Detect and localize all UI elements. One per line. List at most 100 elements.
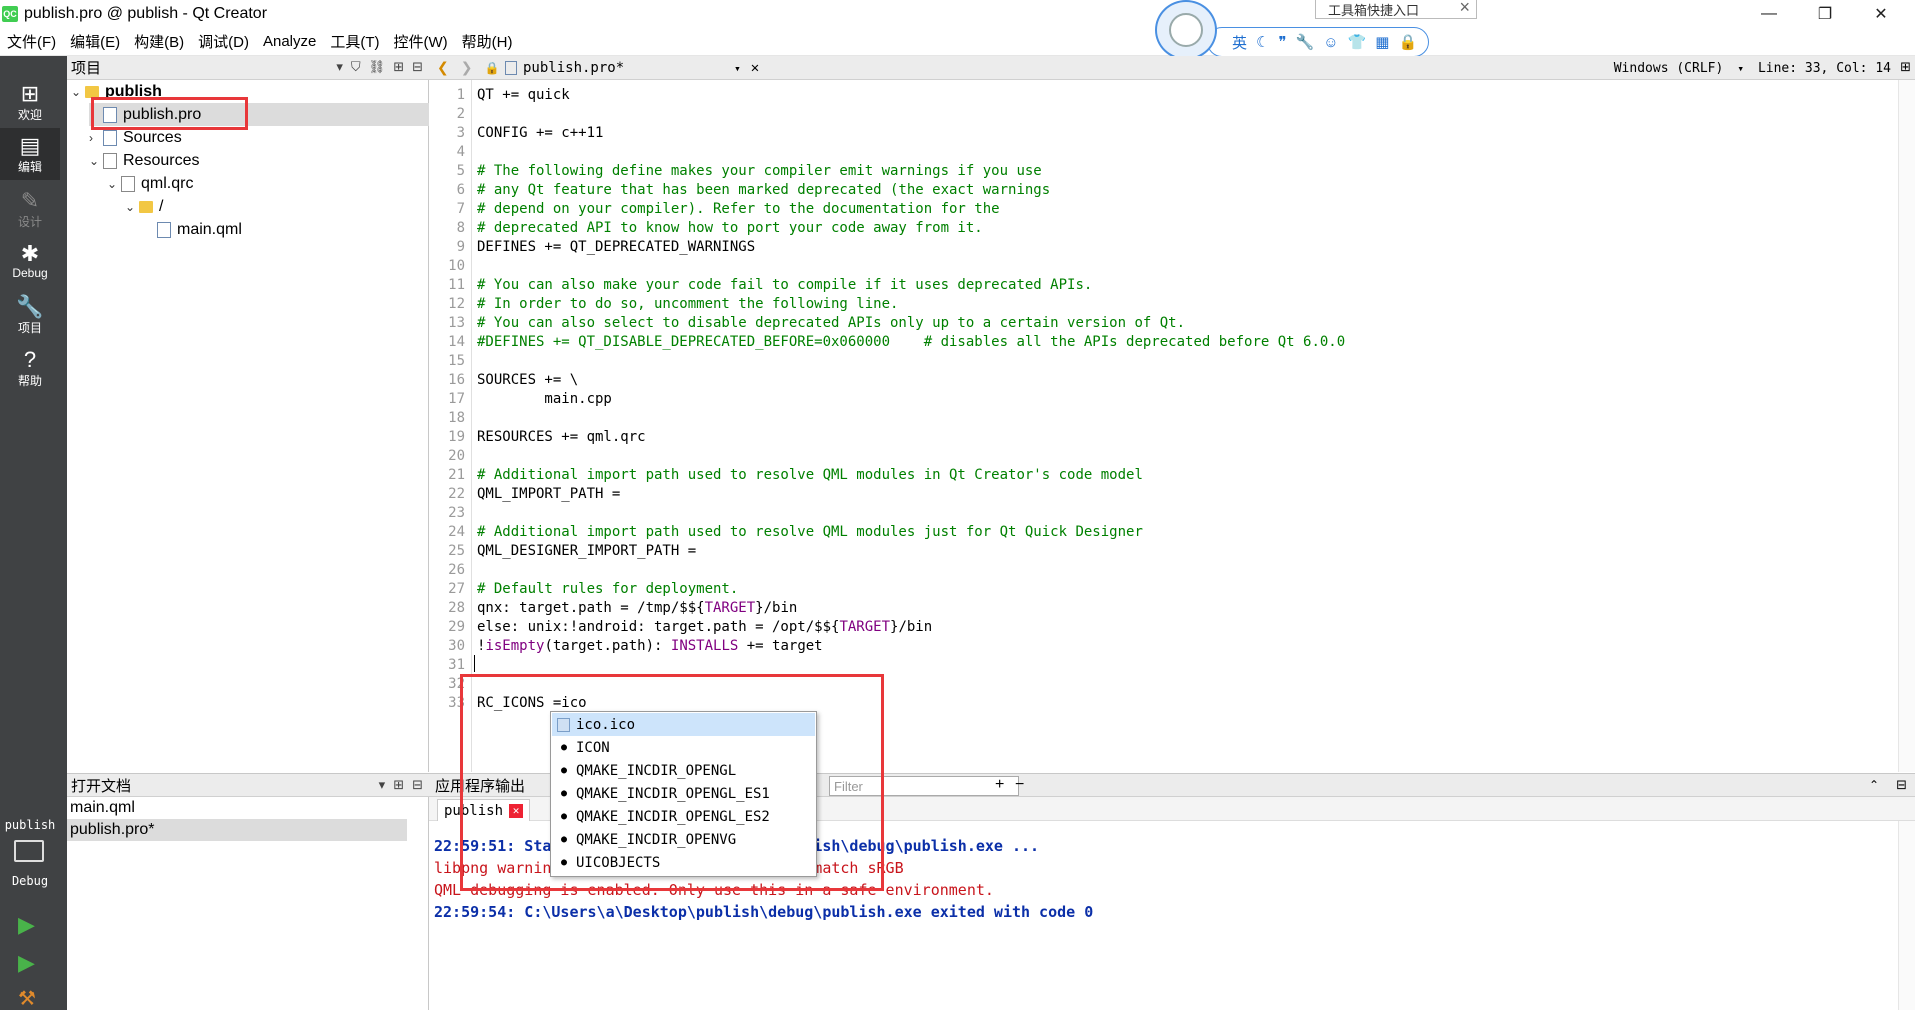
line-number: 9 — [456, 239, 465, 255]
debug-run-icon[interactable]: ▶ — [18, 950, 35, 976]
shirt-icon[interactable]: 👕 — [1348, 33, 1367, 51]
code-line[interactable]: # deprecated API to know how to port you… — [477, 219, 983, 238]
code-line[interactable]: QML_DESIGNER_IMPORT_PATH = — [477, 542, 696, 561]
line-number: 4 — [456, 144, 465, 160]
code-line[interactable]: # Additional import path used to resolve… — [477, 466, 1143, 485]
forward-icon[interactable]: ❯ — [461, 59, 473, 76]
quote-icon[interactable]: ❞ — [1278, 33, 1286, 51]
tree-item[interactable]: ⌄ Resources — [89, 149, 429, 172]
close-icon[interactable]: × — [1459, 0, 1470, 18]
line-number: 3 — [456, 125, 465, 141]
vertical-scrollbar[interactable] — [1898, 80, 1915, 772]
line-ending[interactable]: Windows (CRLF) — [1614, 61, 1724, 76]
chevron-down-icon[interactable]: ▾ — [734, 62, 741, 75]
mode-design[interactable]: ✎ 设计 — [0, 183, 60, 235]
smiley-icon[interactable]: ☺ — [1323, 34, 1338, 51]
chevron-down-icon[interactable]: ⌄ — [107, 177, 121, 191]
menu-item[interactable]: 帮助(H) — [455, 31, 520, 52]
code-line[interactable]: # In order to do so, uncomment the follo… — [477, 295, 898, 314]
menu-item[interactable]: Analyze — [256, 33, 323, 50]
sources-icon — [103, 129, 117, 146]
maximize-button[interactable]: ❐ — [1797, 0, 1853, 28]
code-line[interactable]: CONFIG += c++11 — [477, 124, 603, 143]
back-icon[interactable]: ❮ — [437, 59, 449, 76]
ime-avatar[interactable] — [1155, 0, 1217, 60]
chevron-down-icon[interactable]: ▾ — [336, 59, 343, 75]
menu-item[interactable]: 调试(D) — [191, 31, 256, 52]
menu-item[interactable]: 文件(F) — [0, 31, 63, 52]
chevron-down-icon[interactable]: ⌄ — [125, 200, 139, 214]
code-line[interactable]: # any Qt feature that has been marked de… — [477, 181, 1050, 200]
open-docs-title: 打开文档 — [71, 777, 132, 795]
tree-item[interactable]: main.qml — [143, 218, 429, 241]
code-line[interactable]: DEFINES += QT_DEPRECATED_WARNINGS — [477, 238, 755, 257]
mode-edit[interactable]: ▤ 编辑 — [0, 128, 60, 180]
close-icon[interactable]: ✕ — [751, 60, 759, 76]
line-number: 26 — [448, 562, 465, 578]
split-icon[interactable]: ⊞ — [393, 777, 404, 793]
filter-icon[interactable]: ⛉ — [351, 59, 361, 75]
wrench-icon[interactable]: 🔧 — [1296, 33, 1315, 51]
code-line[interactable]: # depend on your compiler). Refer to the… — [477, 200, 1000, 219]
code-line[interactable]: RESOURCES += qml.qrc — [477, 428, 646, 447]
output-scrollbar[interactable] — [1898, 821, 1915, 1010]
chevron-down-icon[interactable]: ▾ — [379, 777, 386, 793]
qt-creator-window: QC publish.pro @ publish - Qt Creator — … — [0, 0, 1915, 1010]
mode-help[interactable]: ? 帮助 — [0, 342, 60, 394]
code-line[interactable]: QML_IMPORT_PATH = — [477, 485, 620, 504]
open-doc-item[interactable]: publish.pro* — [67, 819, 407, 841]
code-line[interactable]: main.cpp — [477, 390, 611, 409]
close-pane-icon[interactable]: ⊟ — [412, 777, 423, 793]
zoom-in-icon[interactable]: + — [995, 776, 1004, 794]
code-line[interactable]: !isEmpty(target.path): INSTALLS += targe… — [477, 637, 823, 656]
ime-language-toggle[interactable]: 英 — [1232, 32, 1247, 53]
grid-icon[interactable]: ▦ — [1375, 33, 1389, 51]
close-pane-icon[interactable]: ⊟ — [412, 59, 423, 75]
menu-item[interactable]: 工具(T) — [323, 31, 386, 52]
code-line[interactable]: else: unix:!android: target.path = /opt/… — [477, 618, 932, 637]
chevron-down-icon[interactable]: ⌄ — [71, 85, 85, 99]
mode-welcome[interactable]: ⊞ 欢迎 — [0, 76, 60, 128]
code-token: QML_DESIGNER_IMPORT_PATH = — [477, 543, 697, 559]
code-line[interactable]: qnx: target.path = /tmp/$${TARGET}/bin — [477, 599, 797, 618]
tree-item[interactable]: ⌄ qml.qrc — [107, 172, 429, 195]
link-icon[interactable]: ⛓ — [369, 59, 386, 75]
code-line[interactable]: # Default rules for deployment. — [477, 580, 738, 599]
close-pane-icon[interactable]: ⊟ — [1896, 777, 1907, 793]
chevron-down-icon[interactable]: ▾ — [1737, 62, 1744, 75]
monitor-icon[interactable] — [14, 840, 44, 862]
code-editor[interactable]: 1 2 3 4 5 6 7 8 9 10 11 12 13 14 15 16 17 18 19 20 21 22 23 24 2… — [429, 80, 1915, 772]
code-line[interactable]: QT += quick — [477, 86, 570, 105]
mode-debug[interactable]: ✱ Debug — [0, 236, 60, 288]
code-line[interactable]: # You can also select to disable depreca… — [477, 314, 1185, 333]
code-line[interactable]: # The following define makes your compil… — [477, 162, 1042, 181]
run-icon[interactable]: ▶ — [18, 912, 35, 938]
code-line[interactable]: # You can also make your code fail to co… — [477, 276, 1092, 295]
chevron-up-icon[interactable]: ⌃ — [1869, 778, 1879, 792]
moon-icon[interactable]: ☾ — [1256, 33, 1269, 51]
code-token: TARGET — [839, 619, 891, 635]
minimize-button[interactable]: — — [1741, 0, 1797, 28]
line-number: 16 — [448, 372, 465, 388]
lock-icon[interactable]: 🔒 — [1398, 33, 1417, 51]
menu-item[interactable]: 编辑(E) — [63, 31, 127, 52]
menu-item[interactable]: 构建(B) — [127, 31, 191, 52]
tree-item[interactable]: ⌄ / — [125, 195, 429, 218]
chevron-right-icon[interactable]: › — [89, 131, 103, 145]
split-icon[interactable]: ⊞ — [1900, 59, 1911, 75]
split-icon[interactable]: ⊞ — [393, 59, 404, 75]
open-doc-item[interactable]: main.qml — [67, 797, 407, 819]
close-button[interactable]: ✕ — [1853, 0, 1909, 28]
editor-tab[interactable]: publish.pro* ▾ ✕ — [505, 56, 759, 80]
mode-icon: ? — [23, 347, 37, 372]
zoom-out-icon[interactable]: − — [1015, 776, 1024, 794]
code-line[interactable]: SOURCES += \ — [477, 371, 578, 390]
mode-projects[interactable]: 🔧 项目 — [0, 289, 60, 341]
menu-item[interactable]: 控件(W) — [387, 31, 455, 52]
cursor-position[interactable]: Line: 33, Col: 14 — [1758, 61, 1891, 76]
code-line[interactable]: #DEFINES += QT_DISABLE_DEPRECATED_BEFORE… — [477, 333, 1345, 352]
code-line[interactable]: # Additional import path used to resolve… — [477, 523, 1143, 542]
build-hammer-icon[interactable]: ⚒ — [18, 986, 36, 1010]
code-token: (target.path): — [544, 638, 671, 654]
chevron-down-icon[interactable]: ⌄ — [89, 154, 103, 168]
